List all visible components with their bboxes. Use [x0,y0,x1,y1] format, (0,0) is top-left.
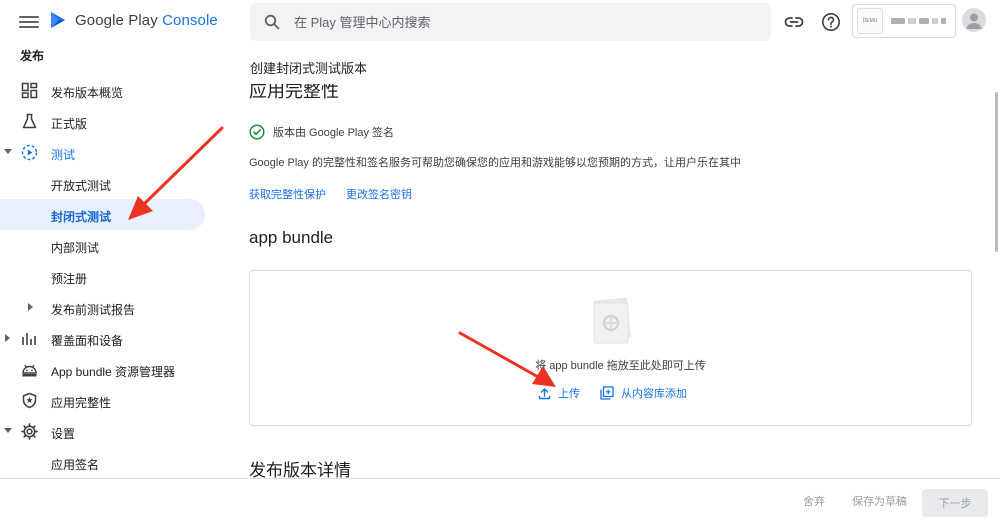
add-from-library-label: 从内容库添加 [621,388,687,400]
save-draft-button[interactable]: 保存为草稿 [852,493,907,509]
test-play-icon [21,144,38,161]
sidebar-item-label: 预注册 [51,272,88,286]
play-logo-icon [51,12,65,28]
redacted-account-name [891,18,946,24]
play-console-app: Google Play Console DEMU [0,0,1000,524]
developer-logo: DEMU [857,8,883,34]
discard-button[interactable]: 舍弃 [803,493,825,509]
integrity-links: 获取完整性保护 更改签名密钥 [249,186,412,202]
sidebar-item-open-testing[interactable]: 开放式测试 [0,168,205,199]
chevron-down-icon [4,428,12,433]
gear-icon [21,423,38,440]
release-details-heading: 发布版本详情 [249,461,351,478]
link-icon[interactable] [783,11,805,33]
sidebar-item-label: 正式版 [51,117,88,131]
signing-status-row: 版本由 Google Play 签名 [249,124,394,140]
signing-status-text: 版本由 Google Play 签名 [273,127,395,139]
sidebar-section-title: 发布 [20,49,45,63]
sidebar-item-label: 发布前测试报告 [51,303,136,317]
sidebar-item-label: 应用签名 [51,458,100,472]
scroll-content[interactable]: 应用完整性 版本由 Google Play 签名 Google Play 的完整… [215,84,1000,478]
integrity-description: Google Play 的完整性和签名服务可帮助您确保您的应用和游戏能够以您预期… [249,157,741,169]
sidebar-item-settings[interactable]: 设置 [0,416,205,447]
dropzone-instruction: 将 app bundle 拖放至此处即可上传 [535,360,706,372]
search-input[interactable] [294,14,734,30]
sidebar-item-label: 设置 [51,427,76,441]
chevron-right-icon [28,303,33,311]
app-bundle-file-icon [593,297,631,344]
change-signing-key-link[interactable]: 更改签名密钥 [346,186,412,202]
bar-chart-icon [22,333,36,345]
dropzone-actions: 上传 从内容库添加 [538,385,687,401]
sidebar-item-pre-launch-report[interactable]: 发布前测试报告 [0,292,205,323]
sidebar-nav: 发布 发布版本概览 正式版 测试 开放式测试 封闭式测试 内部测试 预注册 发布… [0,44,215,478]
add-from-library-button[interactable]: 从内容库添加 [600,385,687,401]
sidebar-item-label: 应用完整性 [51,396,112,410]
upload-icon [538,387,551,399]
bottom-action-bar: 舍弃 保存为草稿 下一步 [0,478,1000,524]
logo-text: Google Play Console [75,11,218,29]
upload-label: 上传 [558,388,580,400]
sidebar-item-release-overview[interactable]: 发布版本概览 [0,75,205,106]
sidebar-item-app-integrity[interactable]: 应用完整性 [0,385,205,416]
dashboard-icon [21,82,38,99]
next-button[interactable]: 下一步 [922,489,988,517]
menu-icon[interactable] [19,13,39,31]
flask-icon [22,113,37,129]
sidebar-item-pre-registration[interactable]: 预注册 [0,261,205,292]
check-circle-icon [249,124,265,140]
search-bar[interactable] [250,3,771,41]
main-content: 创建封闭式测试版本 应用完整性 版本由 Google Play 签名 Googl… [215,44,1000,478]
sidebar-item-label: 封闭式测试 [51,210,112,224]
google-play-console-logo[interactable]: Google Play Console [48,10,218,30]
top-app-bar: Google Play Console DEMU [0,0,1000,44]
sidebar-item-label: 开放式测试 [51,179,112,193]
sidebar-item-label: 覆盖面和设备 [51,334,124,348]
chevron-right-icon [5,334,10,342]
avatar[interactable] [962,8,986,32]
get-integrity-protection-link[interactable]: 获取完整性保护 [249,186,326,202]
shield-icon [22,392,37,409]
sidebar-item-app-bundle-explorer[interactable]: App bundle 资源管理器 [0,354,205,385]
page-title: 创建封闭式测试版本 [250,61,368,76]
sidebar-item-closed-testing[interactable]: 封闭式测试 [0,199,205,230]
sidebar-item-testing[interactable]: 测试 [0,137,205,168]
sidebar-item-reach-and-devices[interactable]: 覆盖面和设备 [0,323,205,354]
scrollbar-thumb[interactable] [995,92,998,252]
sidebar-item-app-signing[interactable]: 应用签名 [0,447,205,478]
person-icon [966,13,982,29]
sidebar-item-label: 测试 [51,148,76,162]
search-icon [264,14,280,30]
sidebar-item-label: 发布版本概览 [51,86,124,100]
upload-button[interactable]: 上传 [538,385,580,401]
app-integrity-heading: 应用完整性 [249,84,339,101]
app-bundle-dropzone[interactable]: 将 app bundle 拖放至此处即可上传 上传 从内容库添加 [249,270,972,426]
sidebar-item-label: App bundle 资源管理器 [51,365,176,379]
android-icon [22,364,37,377]
library-add-icon [600,386,614,400]
help-icon[interactable] [820,11,842,33]
app-bundle-heading: app bundle [249,228,334,247]
sidebar-item-production[interactable]: 正式版 [0,106,205,137]
developer-account-switcher[interactable]: DEMU [852,4,956,38]
sidebar-item-label: 内部测试 [51,241,100,255]
chevron-down-icon [4,149,12,154]
sidebar-item-internal-testing[interactable]: 内部测试 [0,230,205,261]
